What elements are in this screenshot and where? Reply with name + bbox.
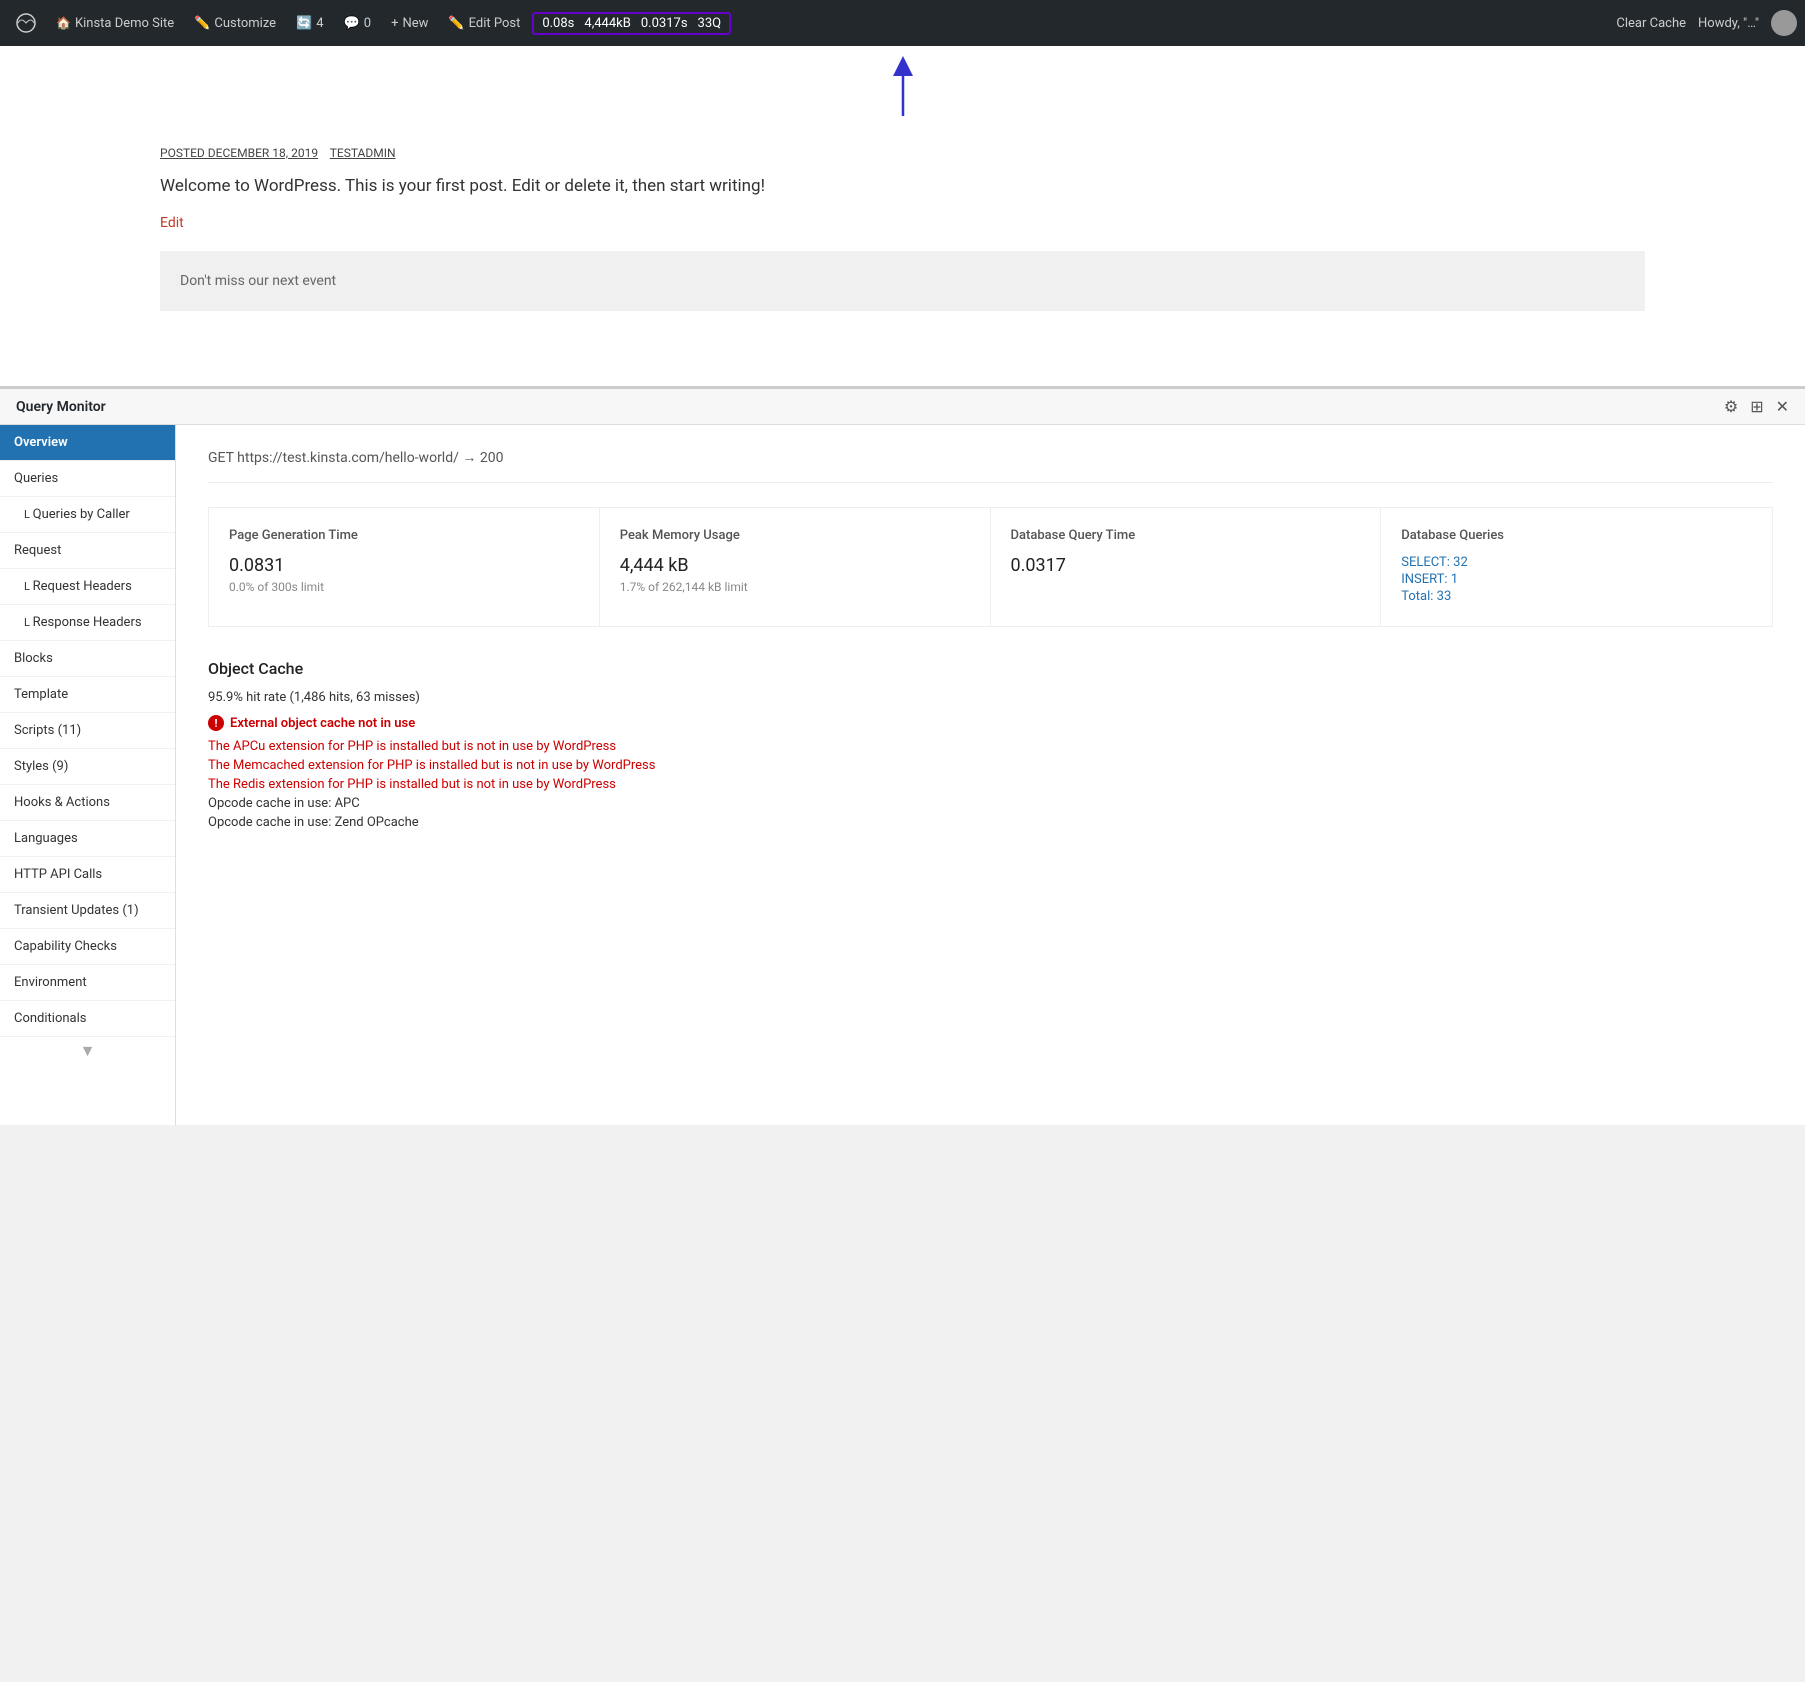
sidebar-item-request-headers[interactable]: Request Headers [0,569,175,605]
redis-warning: The Redis extension for PHP is installed… [208,777,1773,792]
sidebar-item-template[interactable]: Template [0,677,175,713]
sidebar-item-transient-updates[interactable]: Transient Updates (1) [0,893,175,929]
comments-button[interactable]: 💬 0 [336,0,380,46]
stat-peak-memory-label: Peak Memory Usage [620,528,970,543]
sidebar-item-response-headers[interactable]: Response Headers [0,605,175,641]
qm-settings-icon[interactable]: ⚙ [1724,397,1738,416]
stat-db-query-time: Database Query Time 0.0317 [991,508,1382,626]
sidebar-item-request[interactable]: Request [0,533,175,569]
sidebar-item-languages[interactable]: Languages [0,821,175,857]
new-button[interactable]: + New [383,0,436,46]
memcached-warning: The Memcached extension for PHP is insta… [208,758,1773,773]
perf-query-time: 0.0317s [641,16,688,31]
avatar[interactable] [1771,10,1797,36]
site-name-button[interactable]: 🏠 Kinsta Demo Site [48,0,182,46]
warning-icon: ! [208,715,224,731]
edit-post-button[interactable]: ✏️ Edit Post [440,0,528,46]
edit-link[interactable]: Edit [160,215,184,231]
sidebar-item-environment[interactable]: Environment [0,965,175,1001]
site-name-label: Kinsta Demo Site [75,16,174,31]
apcu-warning: The APCu extension for PHP is installed … [208,739,1773,754]
warning-text: External object cache not in use [230,716,415,731]
clear-cache-button[interactable]: Clear Cache [1616,16,1686,31]
sidebar-item-styles[interactable]: Styles (9) [0,749,175,785]
stat-db-query-time-value: 0.0317 [1011,555,1361,576]
qm-url-bar: GET https://test.kinsta.com/hello-world/… [208,449,1773,483]
comments-count: 0 [364,16,371,31]
perf-time: 0.08s [542,16,574,31]
stat-page-gen-time: Page Generation Time 0.0831 0.0% of 300s… [209,508,600,626]
sidebar-item-queries[interactable]: Queries [0,461,175,497]
qm-title: Query Monitor [16,399,106,415]
perf-badge[interactable]: 0.08s 4,444kB 0.0317s 33Q [532,12,731,35]
sidebar-scroll-indicator: ▼ [0,1037,175,1065]
arrow-annotation-area [0,46,1805,126]
query-monitor-panel: Query Monitor ⚙ ⊞ ✕ Overview Queries Que… [0,386,1805,1125]
sidebar-item-capability-checks[interactable]: Capability Checks [0,929,175,965]
stat-db-queries-select[interactable]: SELECT: 32 [1401,555,1752,570]
qm-close-icon[interactable]: ✕ [1776,397,1789,416]
sidebar-item-overview[interactable]: Overview [0,425,175,461]
admin-bar-right: Clear Cache Howdy, "…" [1616,10,1797,36]
stat-db-queries-insert[interactable]: INSERT: 1 [1401,572,1752,587]
wp-logo-button[interactable] [8,0,44,46]
stat-peak-memory-value: 4,444 kB [620,555,970,576]
edit-post-label: Edit Post [469,16,521,31]
posted-date-link[interactable]: POSTED DECEMBER 18, 2019 [160,146,318,160]
annotation-arrow [883,56,923,126]
stat-page-gen-value: 0.0831 [229,555,579,576]
stat-peak-memory: Peak Memory Usage 4,444 kB 1.7% of 262,1… [600,508,991,626]
stat-db-queries-label: Database Queries [1401,528,1752,543]
sidebar-item-http-api-calls[interactable]: HTTP API Calls [0,857,175,893]
qm-url-text: GET https://test.kinsta.com/hello-world/… [208,450,503,466]
posted-author-link[interactable]: TESTADMIN [330,146,396,160]
sidebar-item-hooks-actions[interactable]: Hooks & Actions [0,785,175,821]
qm-header: Query Monitor ⚙ ⊞ ✕ [0,389,1805,425]
stats-grid: Page Generation Time 0.0831 0.0% of 300s… [208,507,1773,627]
object-cache-section: Object Cache 95.9% hit rate (1,486 hits,… [208,659,1773,830]
page-content-area: POSTED DECEMBER 18, 2019 TESTADMIN Welco… [0,126,1805,386]
qm-header-actions: ⚙ ⊞ ✕ [1724,397,1789,416]
post-body-text: Welcome to WordPress. This is your first… [160,176,1645,196]
wordpress-icon [16,13,36,33]
customize-label: Customize [214,16,276,31]
external-cache-warning: ! External object cache not in use [208,715,1773,731]
post-meta: POSTED DECEMBER 18, 2019 TESTADMIN [160,146,1645,160]
stat-db-query-time-label: Database Query Time [1011,528,1361,543]
customize-button[interactable]: ✏️ Customize [186,0,284,46]
qm-expand-icon[interactable]: ⊞ [1750,397,1763,416]
stat-db-queries-total[interactable]: Total: 33 [1401,589,1752,604]
admin-bar: 🏠 Kinsta Demo Site ✏️ Customize 🔄 4 💬 0 … [0,0,1805,46]
perf-query-count: 33Q [698,16,722,31]
opcode-apc: Opcode cache in use: APC [208,796,1773,811]
new-label: New [402,16,428,31]
stat-page-gen-label: Page Generation Time [229,528,579,543]
sidebar-item-conditionals[interactable]: Conditionals [0,1001,175,1037]
qm-main-content: GET https://test.kinsta.com/hello-world/… [176,425,1805,1125]
grey-bar-text: Don't miss our next event [180,273,336,289]
perf-memory: 4,444kB [584,16,630,31]
howdy-label: Howdy, "…" [1698,16,1759,31]
stat-page-gen-sub: 0.0% of 300s limit [229,580,579,594]
opcode-zend: Opcode cache in use: Zend OPcache [208,815,1773,830]
revisions-count: 4 [316,16,323,31]
stat-db-queries: Database Queries SELECT: 32 INSERT: 1 To… [1381,508,1772,626]
sidebar-item-scripts[interactable]: Scripts (11) [0,713,175,749]
qm-sidebar: Overview Queries Queries by Caller Reque… [0,425,176,1125]
stat-peak-memory-sub: 1.7% of 262,144 kB limit [620,580,970,594]
grey-bar: Don't miss our next event [160,251,1645,311]
sidebar-item-queries-by-caller[interactable]: Queries by Caller [0,497,175,533]
revisions-button[interactable]: 🔄 4 [288,0,332,46]
sidebar-item-blocks[interactable]: Blocks [0,641,175,677]
cache-hit-rate: 95.9% hit rate (1,486 hits, 63 misses) [208,690,1773,705]
qm-body: Overview Queries Queries by Caller Reque… [0,425,1805,1125]
object-cache-title: Object Cache [208,659,1773,678]
